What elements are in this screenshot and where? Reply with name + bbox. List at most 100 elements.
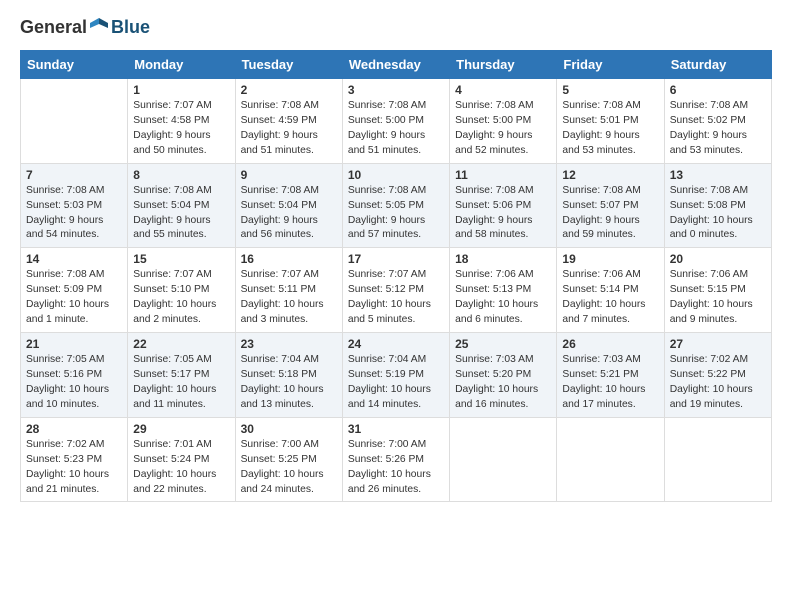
col-header-friday: Friday — [557, 51, 664, 79]
col-header-saturday: Saturday — [664, 51, 771, 79]
day-number: 10 — [348, 168, 444, 182]
day-info: Sunrise: 7:08 AMSunset: 5:00 PMDaylight:… — [348, 99, 444, 159]
day-number: 7 — [26, 168, 122, 182]
day-info: Sunrise: 7:07 AMSunset: 5:12 PMDaylight:… — [348, 268, 444, 328]
calendar-week-row: 7Sunrise: 7:08 AMSunset: 5:03 PMDaylight… — [21, 163, 772, 248]
day-info: Sunrise: 7:03 AMSunset: 5:20 PMDaylight:… — [455, 353, 551, 413]
day-number: 4 — [455, 83, 551, 97]
calendar-cell: 14Sunrise: 7:08 AMSunset: 5:09 PMDayligh… — [21, 248, 128, 333]
calendar-cell: 23 Sunrise: 7:04 AMSunset: 5:18 PMDayligh… — [235, 333, 342, 418]
day-info: Sunrise: 7:04 AMSunset: 5:18 PMDaylight:… — [241, 353, 337, 413]
calendar-cell — [557, 417, 664, 502]
day-info: Sunrise: 7:08 AMSunset: 5:04 PMDaylight:… — [241, 184, 337, 244]
day-number: 22 — [133, 337, 229, 351]
day-info: Sunrise: 7:00 AMSunset: 5:25 PMDaylight:… — [241, 438, 337, 498]
calendar-cell: 24Sunrise: 7:04 AMSunset: 5:19 PMDayligh… — [342, 333, 449, 418]
day-number: 6 — [670, 83, 766, 97]
day-number: 21 — [26, 337, 122, 351]
day-number: 11 — [455, 168, 551, 182]
calendar-cell: 7Sunrise: 7:08 AMSunset: 5:03 PMDaylight… — [21, 163, 128, 248]
calendar-week-row: 21 Sunrise: 7:05 AMSunset: 5:16 PMDayligh… — [21, 333, 772, 418]
day-number: 1 — [133, 83, 229, 97]
logo: General Blue — [20, 16, 150, 38]
calendar-header-row: SundayMondayTuesdayWednesdayThursdayFrid… — [21, 51, 772, 79]
col-header-sunday: Sunday — [21, 51, 128, 79]
day-info: Sunrise: 7:08 AMSunset: 5:00 PMDaylight:… — [455, 99, 551, 159]
calendar-cell: 21 Sunrise: 7:05 AMSunset: 5:16 PMDayligh… — [21, 333, 128, 418]
day-info: Sunrise: 7:07 AMSunset: 4:58 PMDaylight:… — [133, 99, 229, 159]
col-header-thursday: Thursday — [450, 51, 557, 79]
day-info: Sunrise: 7:02 AMSunset: 5:22 PMDaylight:… — [670, 353, 766, 413]
day-info: Sunrise: 7:06 AMSunset: 5:13 PMDaylight:… — [455, 268, 551, 328]
calendar-cell: 12 Sunrise: 7:08 AMSunset: 5:07 PMDayligh… — [557, 163, 664, 248]
day-info: Sunrise: 7:05 AMSunset: 5:16 PMDaylight:… — [26, 353, 122, 413]
day-number: 31 — [348, 422, 444, 436]
calendar-cell: 15 Sunrise: 7:07 AMSunset: 5:10 PMDayligh… — [128, 248, 235, 333]
calendar-cell — [21, 79, 128, 164]
calendar-cell: 20Sunrise: 7:06 AMSunset: 5:15 PMDayligh… — [664, 248, 771, 333]
day-number: 23 — [241, 337, 337, 351]
calendar-cell: 26Sunrise: 7:03 AMSunset: 5:21 PMDayligh… — [557, 333, 664, 418]
calendar-cell: 19 Sunrise: 7:06 AMSunset: 5:14 PMDayligh… — [557, 248, 664, 333]
day-number: 3 — [348, 83, 444, 97]
calendar-cell: 8Sunrise: 7:08 AMSunset: 5:04 PMDaylight… — [128, 163, 235, 248]
logo-image: General Blue — [20, 16, 150, 38]
calendar-cell: 1 Sunrise: 7:07 AMSunset: 4:58 PMDaylight… — [128, 79, 235, 164]
day-number: 25 — [455, 337, 551, 351]
calendar-week-row: 14Sunrise: 7:08 AMSunset: 5:09 PMDayligh… — [21, 248, 772, 333]
calendar-cell: 2 Sunrise: 7:08 AMSunset: 4:59 PMDaylight… — [235, 79, 342, 164]
calendar-cell: 11 Sunrise: 7:08 AMSunset: 5:06 PMDayligh… — [450, 163, 557, 248]
logo-text-general: General — [20, 17, 87, 38]
day-info: Sunrise: 7:02 AMSunset: 5:23 PMDaylight:… — [26, 438, 122, 498]
day-info: Sunrise: 7:06 AMSunset: 5:14 PMDaylight:… — [562, 268, 658, 328]
day-number: 8 — [133, 168, 229, 182]
day-number: 30 — [241, 422, 337, 436]
day-info: Sunrise: 7:01 AMSunset: 5:24 PMDaylight:… — [133, 438, 229, 498]
calendar-table: SundayMondayTuesdayWednesdayThursdayFrid… — [20, 50, 772, 502]
calendar-cell — [450, 417, 557, 502]
calendar-cell: 5Sunrise: 7:08 AMSunset: 5:01 PMDaylight… — [557, 79, 664, 164]
day-info: Sunrise: 7:08 AMSunset: 5:05 PMDaylight:… — [348, 184, 444, 244]
day-info: Sunrise: 7:08 AMSunset: 5:08 PMDaylight:… — [670, 184, 766, 244]
day-number: 24 — [348, 337, 444, 351]
day-info: Sunrise: 7:08 AMSunset: 5:01 PMDaylight:… — [562, 99, 658, 159]
calendar-cell: 29 Sunrise: 7:01 AMSunset: 5:24 PMDayligh… — [128, 417, 235, 502]
calendar-cell: 27 Sunrise: 7:02 AMSunset: 5:22 PMDayligh… — [664, 333, 771, 418]
page-container: General Blue SundayMondayTuesdayWednesda… — [0, 0, 792, 512]
calendar-week-row: 28Sunrise: 7:02 AMSunset: 5:23 PMDayligh… — [21, 417, 772, 502]
logo-text-blue: Blue — [111, 17, 150, 38]
calendar-cell: 3 Sunrise: 7:08 AMSunset: 5:00 PMDaylight… — [342, 79, 449, 164]
day-info: Sunrise: 7:08 AMSunset: 4:59 PMDaylight:… — [241, 99, 337, 159]
day-number: 14 — [26, 252, 122, 266]
calendar-cell: 9Sunrise: 7:08 AMSunset: 5:04 PMDaylight… — [235, 163, 342, 248]
day-info: Sunrise: 7:07 AMSunset: 5:10 PMDaylight:… — [133, 268, 229, 328]
calendar-cell: 4 Sunrise: 7:08 AMSunset: 5:00 PMDaylight… — [450, 79, 557, 164]
col-header-tuesday: Tuesday — [235, 51, 342, 79]
day-number: 2 — [241, 83, 337, 97]
calendar-cell: 30 Sunrise: 7:00 AMSunset: 5:25 PMDayligh… — [235, 417, 342, 502]
day-number: 27 — [670, 337, 766, 351]
header: General Blue — [20, 16, 772, 38]
day-number: 18 — [455, 252, 551, 266]
calendar-cell: 17Sunrise: 7:07 AMSunset: 5:12 PMDayligh… — [342, 248, 449, 333]
calendar-week-row: 1 Sunrise: 7:07 AMSunset: 4:58 PMDaylight… — [21, 79, 772, 164]
calendar-cell: 31 Sunrise: 7:00 AMSunset: 5:26 PMDayligh… — [342, 417, 449, 502]
calendar-cell: 13 Sunrise: 7:08 AMSunset: 5:08 PMDayligh… — [664, 163, 771, 248]
day-info: Sunrise: 7:08 AMSunset: 5:02 PMDaylight:… — [670, 99, 766, 159]
day-info: Sunrise: 7:08 AMSunset: 5:06 PMDaylight:… — [455, 184, 551, 244]
day-number: 15 — [133, 252, 229, 266]
day-info: Sunrise: 7:06 AMSunset: 5:15 PMDaylight:… — [670, 268, 766, 328]
day-info: Sunrise: 7:08 AMSunset: 5:07 PMDaylight:… — [562, 184, 658, 244]
day-number: 26 — [562, 337, 658, 351]
day-number: 12 — [562, 168, 658, 182]
calendar-cell — [664, 417, 771, 502]
calendar-cell: 18 Sunrise: 7:06 AMSunset: 5:13 PMDayligh… — [450, 248, 557, 333]
day-number: 29 — [133, 422, 229, 436]
calendar-cell: 16Sunrise: 7:07 AMSunset: 5:11 PMDayligh… — [235, 248, 342, 333]
day-info: Sunrise: 7:00 AMSunset: 5:26 PMDaylight:… — [348, 438, 444, 498]
day-number: 13 — [670, 168, 766, 182]
day-number: 19 — [562, 252, 658, 266]
calendar-cell: 28Sunrise: 7:02 AMSunset: 5:23 PMDayligh… — [21, 417, 128, 502]
calendar-cell: 6 Sunrise: 7:08 AMSunset: 5:02 PMDaylight… — [664, 79, 771, 164]
calendar-cell: 22Sunrise: 7:05 AMSunset: 5:17 PMDayligh… — [128, 333, 235, 418]
